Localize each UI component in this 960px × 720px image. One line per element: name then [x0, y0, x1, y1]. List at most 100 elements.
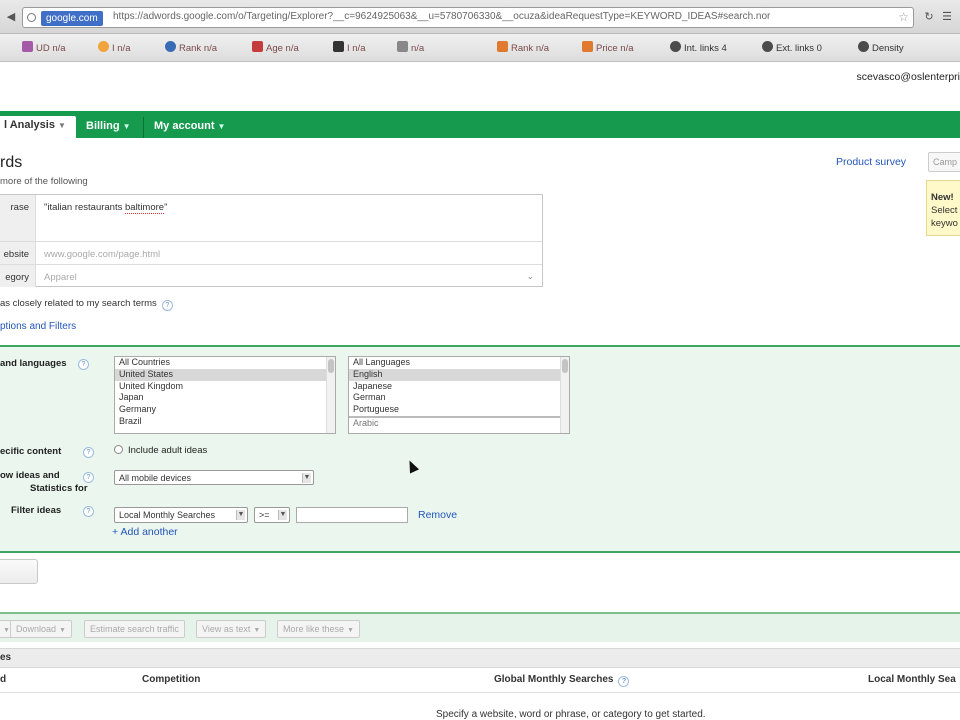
campaign-select[interactable]: Camp: [928, 152, 960, 172]
wrench-icon[interactable]: ☰: [940, 10, 954, 24]
product-survey-link[interactable]: Product survey: [836, 156, 906, 168]
url-host-badge: google.com: [41, 11, 103, 26]
phrase-text: ": [164, 202, 168, 213]
help-icon[interactable]: ?: [83, 506, 94, 517]
column-header-competition[interactable]: Competition: [142, 674, 200, 685]
results-section-header: es: [0, 648, 960, 668]
device-select[interactable]: All mobile devices ▼: [114, 470, 314, 485]
button-label: View as text: [202, 624, 251, 634]
scrollbar[interactable]: [560, 357, 569, 433]
chevron-down-icon: ▼: [57, 121, 66, 130]
scrollbar-thumb[interactable]: [328, 359, 334, 373]
seo-item[interactable]: Density: [858, 41, 904, 55]
tab-label: l Analysis: [4, 119, 55, 131]
seo-item[interactable]: Rank n/a: [165, 41, 217, 55]
chevron-down-icon: ▼: [278, 510, 287, 520]
button-label: More like these: [283, 624, 345, 634]
include-adult-ideas-checkbox[interactable]: Include adult ideas: [114, 445, 207, 456]
view-as-text-button[interactable]: View as text ▼: [196, 620, 267, 638]
help-icon[interactable]: ?: [83, 472, 94, 483]
help-icon[interactable]: ?: [618, 676, 630, 687]
list-item[interactable]: United States: [115, 368, 335, 381]
countries-listbox[interactable]: All Countries United States United Kingd…: [114, 356, 336, 434]
category-select[interactable]: Apparel: [44, 272, 77, 283]
button-label: Estimate search traffic: [90, 624, 179, 634]
seo-item-label: Price n/a: [596, 43, 634, 54]
list-item[interactable]: German: [349, 392, 569, 404]
help-icon[interactable]: ?: [161, 300, 173, 311]
filter-metric-select[interactable]: Local Monthly Searches ▼: [114, 507, 248, 523]
category-row: egory Apparel ⌄: [0, 265, 542, 287]
seo-item[interactable]: Ext. links 0: [762, 41, 822, 55]
address-bar[interactable]: google.com https://adwords.google.com/o/…: [22, 7, 914, 28]
results-toolbar: ▼ Download ▼ Estimate search traffic View…: [0, 612, 960, 642]
list-item[interactable]: United Kingdom: [115, 381, 335, 393]
list-item[interactable]: Portuguese: [349, 404, 569, 416]
chevron-down-icon[interactable]: ⌄: [526, 271, 534, 282]
globe-icon: [27, 13, 36, 22]
column-header-local-searches[interactable]: Local Monthly Sea: [868, 674, 956, 685]
seo-item[interactable]: Age n/a: [252, 41, 299, 55]
search-button[interactable]: [0, 559, 38, 584]
remove-filter-link[interactable]: Remove: [418, 509, 457, 521]
column-header-global-searches[interactable]: Global Monthly Searches?: [494, 674, 630, 687]
advanced-options-link[interactable]: ptions and Filters: [0, 321, 76, 332]
chevron-down-icon: ▼: [302, 473, 311, 483]
filter-operator-select[interactable]: >= ▼: [254, 507, 290, 523]
bookmark-star-icon[interactable]: ☆: [898, 10, 909, 24]
filter-value-input[interactable]: [296, 507, 408, 523]
closely-related-label: as closely related to my search terms: [0, 298, 157, 309]
seo-item[interactable]: UD n/a: [22, 41, 66, 55]
closely-related-option[interactable]: as closely related to my search terms?: [0, 298, 173, 311]
seo-item[interactable]: Int. links 4: [670, 41, 727, 55]
seo-item-label: Ext. links 0: [776, 43, 822, 54]
download-button[interactable]: Download ▼: [10, 620, 72, 638]
list-item[interactable]: All Countries: [115, 357, 335, 369]
phrase-text-misspelled: baltimore: [125, 202, 165, 214]
chevron-down-icon: ▼: [3, 627, 10, 634]
scrollbar[interactable]: [326, 357, 335, 433]
list-item[interactable]: English: [349, 368, 569, 381]
help-icon[interactable]: ?: [78, 359, 89, 370]
chevron-down-icon: ▼: [217, 122, 226, 131]
chevron-down-icon: ▼: [122, 122, 131, 131]
tab-billing[interactable]: Billing ▼: [76, 117, 141, 138]
tab-analysis[interactable]: l Analysis ▼: [0, 116, 76, 138]
url-text[interactable]: https://adwords.google.com/o/Targeting/E…: [113, 11, 903, 22]
back-icon[interactable]: ◀: [4, 10, 18, 24]
seo-item[interactable]: n/a: [397, 41, 424, 55]
more-like-these-button[interactable]: More like these ▼: [277, 620, 360, 638]
seo-item[interactable]: I n/a: [333, 41, 366, 55]
word-phrase-input[interactable]: "italian restaurants baltimore": [44, 202, 168, 214]
languages-listbox[interactable]: All Languages English Japanese German Po…: [348, 356, 570, 434]
tab-my-account[interactable]: My account ▼: [144, 117, 235, 138]
seo-metric-icon: [397, 41, 408, 52]
page-title: rds: [0, 154, 23, 171]
seo-item[interactable]: Price n/a: [582, 41, 634, 55]
show-ideas-label: ow ideas and: [0, 470, 60, 481]
estimate-traffic-button[interactable]: Estimate search traffic: [84, 620, 185, 638]
device-select-value: All mobile devices: [119, 473, 192, 483]
seo-metric-icon: [98, 41, 109, 52]
seo-item[interactable]: Rank n/a: [497, 41, 549, 55]
add-another-filter-link[interactable]: + Add another: [112, 526, 178, 538]
scrollbar-thumb[interactable]: [562, 359, 568, 373]
column-header-keyword[interactable]: d: [0, 674, 6, 685]
user-email[interactable]: scevasco@oslenterpri: [857, 71, 960, 83]
tab-label: Billing: [86, 120, 120, 132]
tab-label: My account: [154, 120, 215, 132]
list-item[interactable]: Japan: [115, 392, 335, 404]
list-item[interactable]: Germany: [115, 404, 335, 416]
list-item[interactable]: All Languages: [349, 357, 569, 369]
callout-title: New!: [931, 192, 954, 203]
reload-icon[interactable]: ↻: [922, 10, 936, 24]
checkbox-icon[interactable]: [114, 445, 123, 454]
browser-toolbar: ◀ google.com https://adwords.google.com/…: [0, 0, 960, 34]
seo-item[interactable]: I n/a: [98, 41, 131, 55]
seo-item-label: Rank n/a: [179, 43, 218, 54]
list-item[interactable]: Arabic: [349, 415, 569, 428]
website-input[interactable]: www.google.com/page.html: [44, 249, 160, 260]
list-item[interactable]: Japanese: [349, 381, 569, 393]
list-item[interactable]: Brazil: [115, 416, 335, 428]
help-icon[interactable]: ?: [83, 447, 94, 458]
